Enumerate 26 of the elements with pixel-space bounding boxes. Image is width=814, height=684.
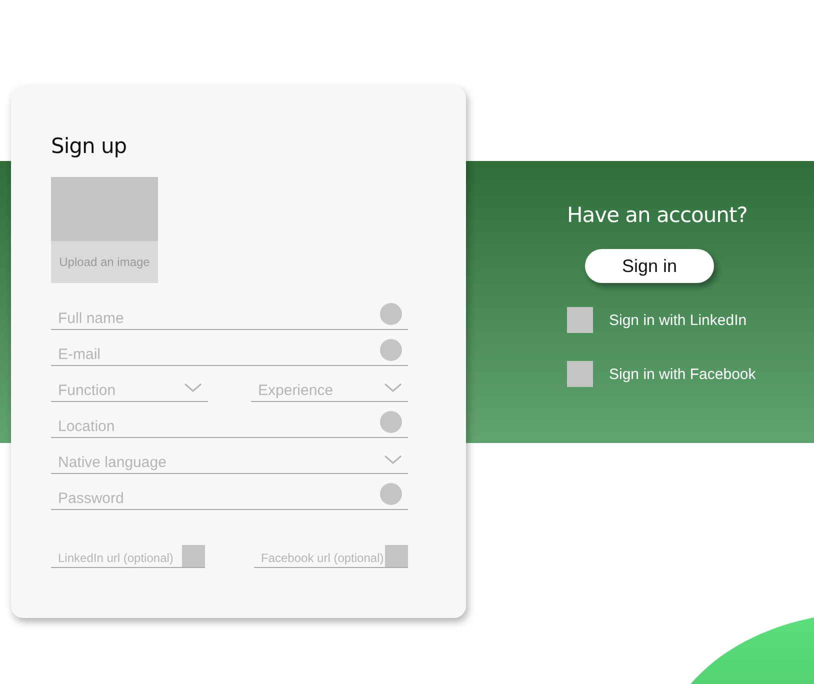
input-field[interactable]: Facebook url (optional)	[254, 551, 385, 567]
square-icon[interactable]	[567, 361, 593, 387]
circle-icon	[380, 339, 402, 361]
input-field[interactable]: Experience	[251, 382, 384, 401]
sign-in-option[interactable]: Sign in with LinkedIn	[609, 312, 747, 328]
square-icon[interactable]	[567, 307, 593, 333]
chevron-down-icon[interactable]	[384, 383, 402, 393]
input-field[interactable]: Native language	[51, 454, 384, 473]
input-field[interactable]: E-mail	[51, 346, 380, 365]
chevron-down-icon[interactable]	[184, 383, 202, 393]
input-field[interactable]: Full name	[51, 310, 380, 329]
image-placeholder[interactable]	[51, 177, 158, 241]
circle-icon	[380, 303, 402, 325]
circle-icon	[380, 483, 402, 505]
account-heading: Have an account?	[567, 203, 748, 227]
input-field[interactable]: Password	[51, 490, 380, 509]
input-field[interactable]: LinkedIn url (optional)	[51, 551, 182, 567]
chevron-down-icon[interactable]	[384, 455, 402, 465]
signup-title: Sign up	[51, 134, 128, 158]
circle-icon	[380, 411, 402, 433]
sign-in-option[interactable]: Sign in with Facebook	[609, 366, 756, 382]
square-icon	[182, 545, 205, 567]
input-field[interactable]: Function	[51, 382, 184, 401]
input-field[interactable]: Location	[51, 418, 380, 437]
square-icon	[385, 545, 408, 567]
sign-in-button[interactable]: Sign in	[585, 249, 714, 283]
